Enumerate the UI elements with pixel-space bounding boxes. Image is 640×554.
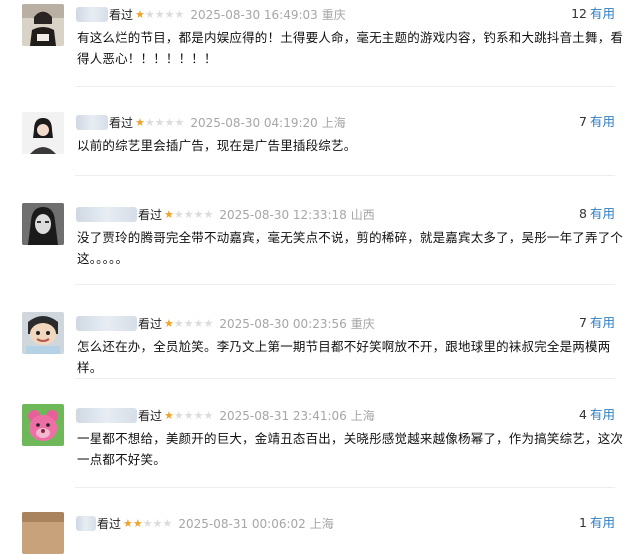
avatar[interactable] [22,404,64,446]
useful-vote: 12 有用 [571,5,615,23]
useful-button[interactable]: 有用 [590,515,615,530]
review-location: 上海 [309,516,334,531]
review-time: 2025-08-30 12:33:18 [219,207,347,222]
avatar[interactable] [22,4,64,46]
username-blurred[interactable] [76,115,108,130]
username-blurred[interactable] [76,408,137,423]
useful-count: 1 [579,515,587,530]
useful-count: 7 [579,114,587,129]
useful-button[interactable]: 有用 [590,6,615,21]
useful-vote: 8 有用 [579,205,615,223]
seen-label: 看过 [138,207,163,222]
star-icon: ★★★★ [173,207,214,221]
seen-label: 看过 [109,115,134,130]
review-text: 怎么还在办，全员尬笑。李乃文上第一期节目都不好笑啊放不开，跟地球里的袜叔完全是两… [77,339,611,375]
rating-stars: ★★★★★ [135,114,184,132]
review-meta: 看过 ★★★★★ 2025-08-31 23:41:06 上海 [76,406,375,424]
divider [75,175,615,176]
review-time: 2025-08-31 00:06:02 [178,516,306,531]
useful-button[interactable]: 有用 [590,206,615,221]
star-icon: ★ [135,115,145,129]
review-location: 重庆 [321,7,346,22]
rating-stars: ★★★★★ [135,6,184,24]
review-text: 以前的综艺里会插广告，现在是广告里插段综艺。 [77,138,357,153]
rating-stars: ★★★★★ [164,315,213,333]
review-text: 没了贾玲的腾哥完全带不动嘉宾，毫无笑点不说，剪的稀碎，就是嘉宾太多了，吴彤一年了… [77,230,624,266]
username-blurred[interactable] [76,516,96,531]
divider [75,487,615,488]
review-meta: 看过 ★★★★★ 2025-08-31 00:06:02 上海 [76,514,334,532]
useful-count: 7 [579,315,587,330]
divider [75,284,615,285]
review-meta: 看过 ★★★★★ 2025-08-30 16:49:03 重庆 [76,5,346,23]
star-icon: ★★★ [142,516,173,530]
useful-button[interactable]: 有用 [590,315,615,330]
useful-button[interactable]: 有用 [590,114,615,129]
useful-vote: 7 有用 [579,314,615,332]
avatar[interactable] [22,203,64,245]
star-icon: ★ [164,316,174,330]
seen-label: 看过 [138,408,163,423]
review-location: 上海 [321,115,346,130]
star-icon: ★★★★ [144,7,185,21]
useful-count: 8 [579,206,587,221]
review-location: 山西 [350,207,375,222]
seen-label: 看过 [109,7,134,22]
avatar[interactable] [22,512,64,554]
avatar[interactable] [22,312,64,354]
useful-vote: 1 有用 [579,514,615,532]
review-location: 上海 [350,408,375,423]
review-meta: 看过 ★★★★★ 2025-08-30 00:23:56 重庆 [76,314,375,332]
useful-vote: 7 有用 [579,113,615,131]
divider [75,86,615,87]
review-time: 2025-08-30 16:49:03 [190,7,318,22]
star-icon: ★★★★ [173,408,214,422]
review-time: 2025-08-31 23:41:06 [219,408,347,423]
star-icon: ★★★★ [144,115,185,129]
avatar[interactable] [22,112,64,154]
review-location: 重庆 [350,316,375,331]
rating-stars: ★★★★★ [164,206,213,224]
seen-label: 看过 [97,516,122,531]
star-icon: ★ [135,7,145,21]
star-icon: ★ [164,207,174,221]
username-blurred[interactable] [76,316,137,331]
review-time: 2025-08-30 04:19:20 [190,115,318,130]
review-text: 一星都不想给，美颜开的巨大，金靖丑态百出，关晓彤感觉越来越像杨幂了，作为搞笑综艺… [77,431,624,467]
star-icon: ★★ [123,516,143,530]
useful-button[interactable]: 有用 [590,407,615,422]
star-icon: ★★★★ [173,316,214,330]
review-text: 有这么烂的节目，都是内娱应得的！土得要人命，毫无主题的游戏内容，钓系和大跳抖音土… [77,30,624,66]
review-time: 2025-08-30 00:23:56 [219,316,347,331]
useful-vote: 4 有用 [579,406,615,424]
rating-stars: ★★★★★ [164,407,213,425]
username-blurred[interactable] [76,207,137,222]
username-blurred[interactable] [76,7,108,22]
star-icon: ★ [164,408,174,422]
useful-count: 12 [571,6,587,21]
rating-stars: ★★★★★ [123,515,172,533]
divider [75,378,615,379]
review-meta: 看过 ★★★★★ 2025-08-30 12:33:18 山西 [76,205,375,223]
useful-count: 4 [579,407,587,422]
seen-label: 看过 [138,316,163,331]
review-meta: 看过 ★★★★★ 2025-08-30 04:19:20 上海 [76,113,346,131]
